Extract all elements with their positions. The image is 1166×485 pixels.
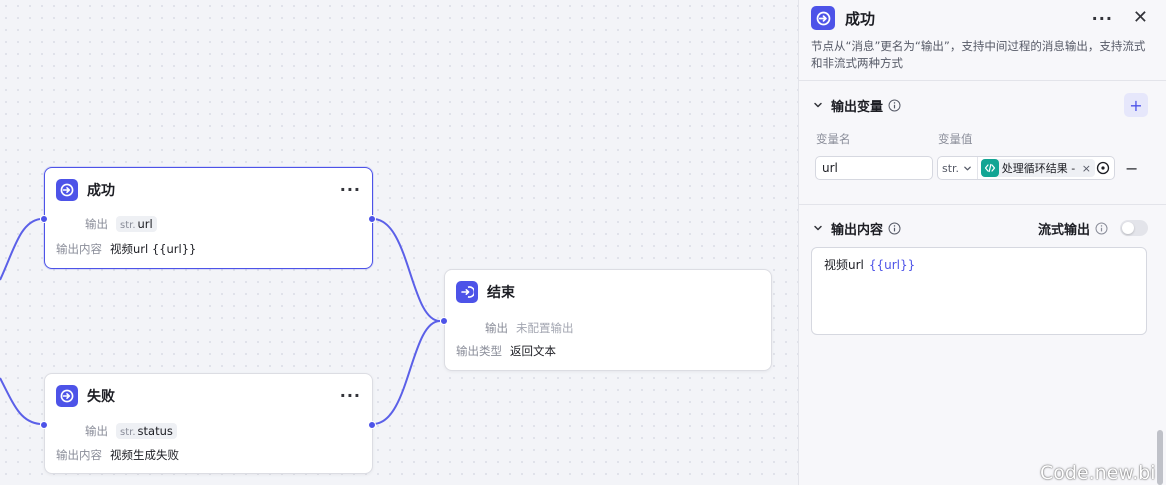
- content-value: 视频生成失败: [110, 448, 179, 462]
- node-title: 成功: [87, 183, 115, 199]
- output-var-chip: str. status: [116, 423, 177, 439]
- node-success[interactable]: 成功 ··· 输出 str. url 输出内容 视频url {{url}}: [40, 167, 376, 269]
- node-header: 失败 ···: [56, 385, 361, 407]
- output-node-icon: [56, 385, 78, 407]
- scrollbar[interactable]: [1157, 430, 1163, 485]
- workflow-canvas[interactable]: 成功 ··· 输出 str. url 输出内容 视频url {{url}} 结束…: [0, 0, 798, 485]
- edge-in-failure: [0, 377, 41, 425]
- output-content-header: 输出内容 流式输出: [811, 217, 1148, 239]
- divider: [799, 80, 1166, 81]
- content-value: 视频url {{url}}: [110, 242, 197, 256]
- output-label: 输出: [485, 321, 508, 335]
- section-title: 输出变量: [831, 99, 884, 115]
- toggle-knob: [1122, 222, 1134, 234]
- node-config-panel: 成功 ··· ✕ 节点从“消息”更名为“输出”，支持中间过程的消息输出，支持流式…: [798, 0, 1166, 485]
- stream-output-toggle[interactable]: [1120, 220, 1148, 236]
- output-label: 输出: [85, 217, 108, 231]
- output-port[interactable]: [368, 215, 376, 223]
- node-failure[interactable]: 失败 ··· 输出 str. status 输出内容 视频生成失败: [40, 373, 376, 474]
- node-output-row: 输出 str. url: [56, 216, 361, 232]
- panel-actions: ··· ✕: [1092, 9, 1148, 28]
- chevron-down-icon: [964, 166, 971, 170]
- node-header: 成功 ···: [56, 179, 361, 201]
- panel-title[interactable]: 成功: [845, 8, 875, 29]
- info-icon[interactable]: [888, 99, 901, 112]
- more-options-icon[interactable]: ···: [340, 182, 361, 198]
- output-port[interactable]: [368, 421, 376, 429]
- code-icon: [981, 159, 999, 177]
- reference-label: 处理循环结果 - url: [1001, 162, 1079, 175]
- edge-success-end: [372, 218, 441, 322]
- var-type: str.: [120, 427, 136, 438]
- chevron-down-icon[interactable]: [811, 98, 825, 112]
- content-text: 视频url: [824, 258, 864, 272]
- node-end[interactable]: 结束 输出 未配置输出 输出类型 返回文本: [440, 269, 772, 371]
- watermark: Code.new.bi: [1040, 462, 1156, 484]
- node-title: 失败: [87, 389, 115, 405]
- info-icon[interactable]: [1095, 222, 1108, 235]
- node-type-row: 输出类型 返回文本: [456, 343, 760, 359]
- close-icon[interactable]: ✕: [1133, 9, 1148, 27]
- edge-in-success: [0, 218, 41, 281]
- remove-variable-button[interactable]: −: [1125, 159, 1138, 178]
- variable-value-field[interactable]: str. 处理循环结果 - url ×: [937, 156, 1115, 180]
- input-port[interactable]: [40, 215, 48, 223]
- type-label: 输出类型: [456, 344, 502, 358]
- content-variable: {{url}}: [868, 258, 916, 272]
- node-header: 结束: [456, 281, 760, 303]
- var-type: str.: [120, 220, 136, 231]
- more-options-icon[interactable]: ···: [340, 388, 361, 404]
- node-content-row: 输出内容 视频url {{url}}: [56, 241, 361, 257]
- content-label: 输出内容: [56, 448, 102, 462]
- var-name: status: [137, 424, 173, 438]
- target-icon[interactable]: [1096, 161, 1110, 175]
- chevron-down-icon[interactable]: [811, 221, 825, 235]
- node-output-row: 输出 str. status: [56, 423, 361, 439]
- output-node-icon: [811, 6, 835, 30]
- more-options-icon[interactable]: ···: [1092, 9, 1113, 28]
- input-port[interactable]: [440, 317, 448, 325]
- edge-failure-end: [372, 320, 441, 425]
- stream-output-label: 流式输出: [1037, 222, 1090, 238]
- column-label-value: 变量值: [938, 132, 973, 146]
- type-value: 返回文本: [510, 344, 556, 358]
- output-content-editor[interactable]: 视频url {{url}}: [811, 247, 1147, 335]
- variable-type-select[interactable]: str.: [938, 157, 978, 179]
- node-title: 结束: [487, 285, 515, 301]
- var-name: url: [137, 217, 153, 231]
- output-var-chip: str. url: [116, 216, 157, 232]
- content-label: 输出内容: [56, 242, 102, 256]
- input-port[interactable]: [40, 421, 48, 429]
- panel-header: 成功 ··· ✕: [811, 6, 1148, 30]
- output-node-icon: [56, 179, 78, 201]
- info-icon[interactable]: [888, 222, 901, 235]
- output-label: 输出: [85, 424, 108, 438]
- node-content-row: 输出内容 视频生成失败: [56, 447, 361, 463]
- variable-reference-chip[interactable]: 处理循环结果 - url ×: [981, 159, 1095, 177]
- type-select-label: str.: [942, 161, 960, 175]
- add-variable-button[interactable]: +: [1124, 93, 1148, 117]
- node-output-row: 输出 未配置输出: [456, 320, 760, 336]
- remove-reference-icon[interactable]: ×: [1082, 162, 1091, 175]
- output-value: 未配置输出: [516, 321, 574, 335]
- end-node-icon: [456, 281, 478, 303]
- panel-description: 节点从“消息”更名为“输出”，支持中间过程的消息输出，支持流式和非流式两种方式: [811, 39, 1146, 70]
- variable-name-input[interactable]: [815, 156, 933, 180]
- column-label-name: 变量名: [816, 132, 851, 146]
- divider: [799, 204, 1166, 205]
- section-title: 输出内容: [831, 222, 884, 238]
- output-vars-header: 输出变量 +: [811, 93, 1148, 117]
